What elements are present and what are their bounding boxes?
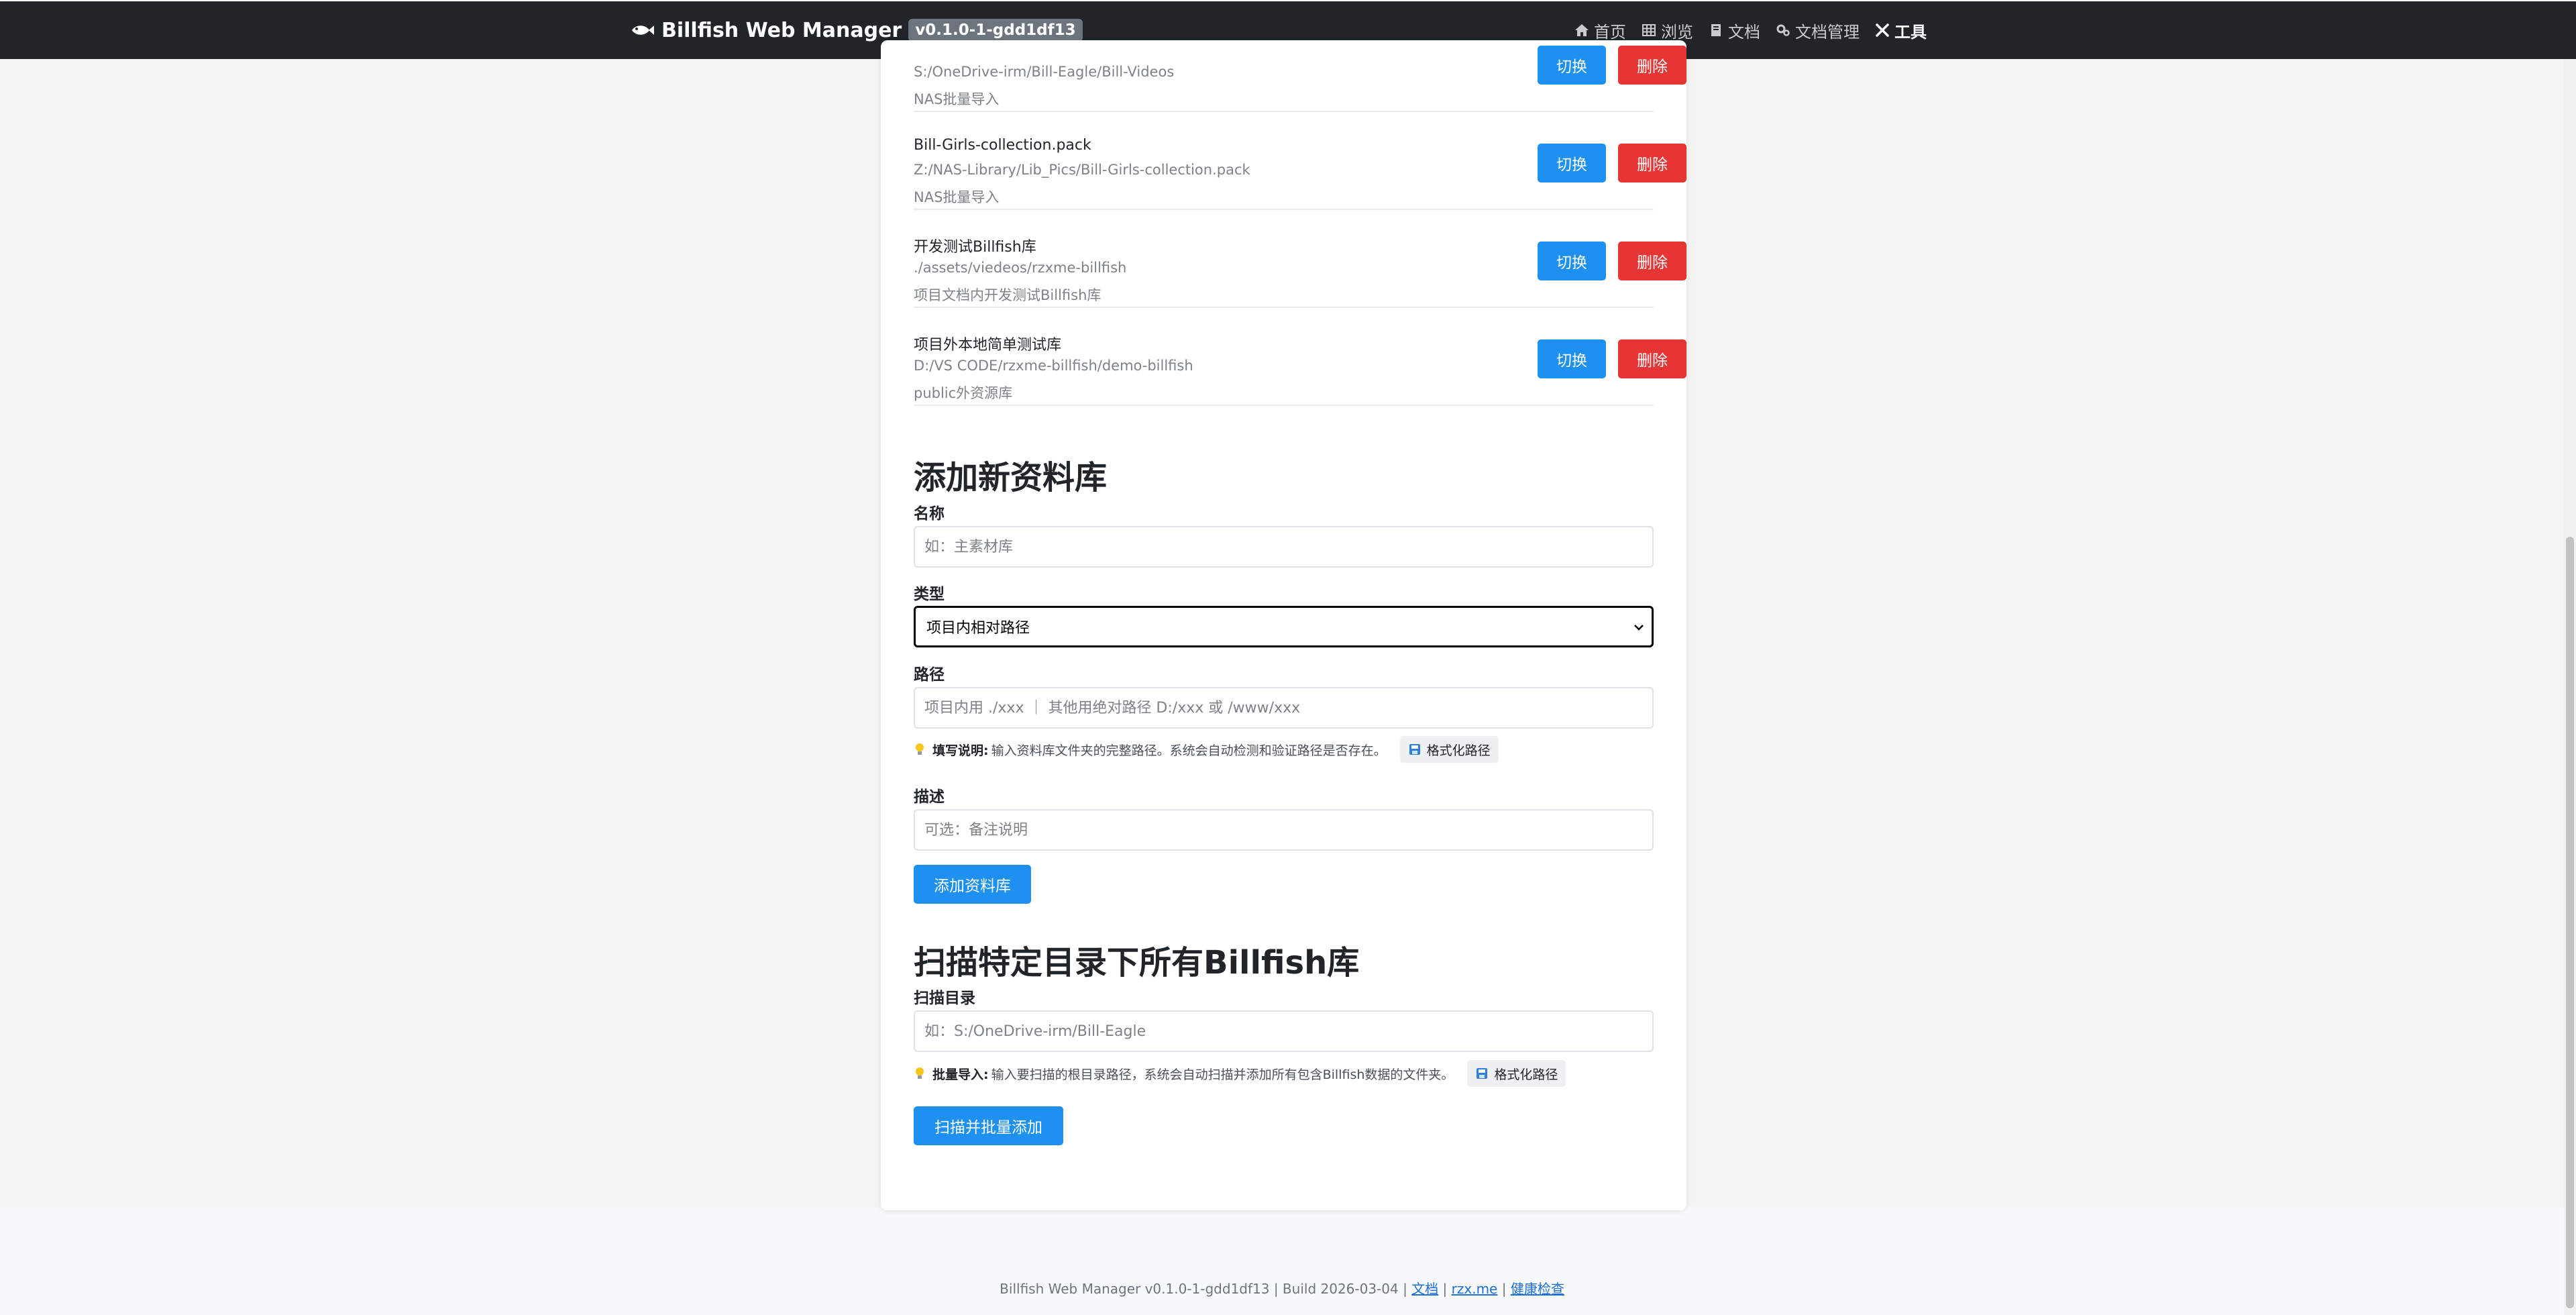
lightbulb-icon — [916, 743, 924, 755]
delete-button[interactable]: 删除 — [1618, 339, 1686, 378]
library-name: 开发测试Billfish库 — [914, 239, 1036, 256]
scrollbar-thumb[interactable] — [2566, 537, 2574, 1308]
switch-button[interactable]: 切换 — [1538, 242, 1606, 280]
format-path-button[interactable]: 格式化路径 — [1399, 736, 1499, 763]
path-input[interactable] — [914, 687, 1654, 729]
list-item: 开发测试Billfish库 ./assets/viedeos/rzxme-bil… — [914, 209, 1686, 308]
nav-item-label: 文档 — [1728, 22, 1760, 42]
library-path: ./assets/viedeos/rzxme-billfish — [914, 260, 1127, 276]
scan-hint: 批量导入: 输入要扫描的根目录路径，系统会自动扫描并添加所有包含Billfish… — [914, 1059, 1566, 1088]
library-card: S:/OneDrive-irm/Bill-Eagle/Bill-Videos N… — [881, 40, 1686, 1210]
path-hint: 填写说明: 输入资料库文件夹的完整路径。系统会自动检测和验证路径是否存在。 格式… — [914, 735, 1499, 764]
nav-item-label: 工具 — [1894, 22, 1927, 42]
nav-item-label: 浏览 — [1661, 22, 1693, 42]
hint-title: 批量导入: — [932, 1067, 989, 1082]
nav-item-label: 文档管理 — [1795, 22, 1860, 42]
brand-name: Billfish Web Manager — [661, 18, 902, 42]
chevron-down-icon — [1634, 625, 1644, 631]
scan-add-button[interactable]: 扫描并批量添加 — [914, 1106, 1063, 1145]
scan-title: 扫描特定目录下所有Billfish库 — [914, 944, 1360, 982]
footer-link-health[interactable]: 健康检查 — [1511, 1281, 1564, 1297]
nav-item-doc-manage[interactable]: 文档管理 — [1775, 19, 1860, 42]
switch-button[interactable]: 切换 — [1538, 144, 1606, 182]
footer-band — [0, 1208, 2564, 1315]
switch-button[interactable]: 切换 — [1538, 339, 1606, 378]
library-desc: NAS批量导入 — [914, 91, 1000, 107]
type-select[interactable]: 项目内相对路径 — [914, 606, 1654, 647]
save-icon — [1477, 1068, 1488, 1079]
add-library-title: 添加新资料库 — [914, 459, 1108, 496]
library-name: 项目外本地简单测试库 — [914, 337, 1062, 354]
format-path-label: 格式化路径 — [1494, 1067, 1558, 1082]
list-item: 项目外本地简单测试库 D:/VS CODE/rzxme-billfish/dem… — [914, 307, 1686, 406]
scan-dir-input[interactable] — [914, 1010, 1654, 1052]
list-item: Bill-Girls-collection.pack Z:/NAS-Librar… — [914, 111, 1686, 210]
delete-button[interactable]: 删除 — [1618, 144, 1686, 182]
hint-text: 输入要扫描的根目录路径，系统会自动扫描并添加所有包含Billfish数据的文件夹… — [991, 1067, 1454, 1082]
hint-text: 输入资料库文件夹的完整路径。系统会自动检测和验证路径是否存在。 — [991, 743, 1387, 758]
type-select-value: 项目内相对路径 — [926, 620, 1030, 637]
delete-button[interactable]: 删除 — [1618, 46, 1686, 85]
library-name: Bill-Girls-collection.pack — [914, 137, 1091, 154]
footer-text: Billfish Web Manager v0.1.0-1-gdd1df13 |… — [1000, 1281, 1407, 1297]
footer-separator: | — [1442, 1281, 1448, 1297]
gears-icon — [1776, 24, 1790, 36]
scan-dir-label: 扫描目录 — [914, 990, 975, 1007]
nav-item-tools[interactable]: 工具 — [1874, 19, 1927, 42]
save-icon — [1409, 744, 1420, 755]
delete-button[interactable]: 删除 — [1618, 242, 1686, 280]
book-icon — [1711, 24, 1721, 36]
desc-label: 描述 — [914, 788, 945, 806]
library-path: Z:/NAS-Library/Lib_Pics/Bill-Girls-colle… — [914, 162, 1250, 178]
desc-input[interactable] — [914, 809, 1654, 851]
library-path: S:/OneDrive-irm/Bill-Eagle/Bill-Videos — [914, 64, 1175, 80]
name-label: 名称 — [914, 505, 945, 523]
nav-item-docs[interactable]: 文档 — [1708, 19, 1760, 42]
format-path-button[interactable]: 格式化路径 — [1467, 1060, 1566, 1087]
tools-icon — [1876, 23, 1889, 37]
path-label: 路径 — [914, 666, 945, 684]
lightbulb-icon — [916, 1067, 924, 1079]
switch-button[interactable]: 切换 — [1538, 46, 1606, 85]
library-desc: public外资源库 — [914, 385, 1013, 401]
footer-link-site[interactable]: rzx.me — [1452, 1281, 1498, 1297]
name-input[interactable] — [914, 526, 1654, 568]
list-item: S:/OneDrive-irm/Bill-Eagle/Bill-Videos N… — [914, 13, 1686, 112]
type-label: 类型 — [914, 586, 945, 603]
hint-title: 填写说明: — [932, 743, 989, 758]
library-path: D:/VS CODE/rzxme-billfish/demo-billfish — [914, 358, 1193, 374]
footer: Billfish Web Manager v0.1.0-1-gdd1df13 |… — [0, 1278, 2564, 1298]
fish-icon — [632, 25, 654, 35]
library-desc: NAS批量导入 — [914, 189, 1000, 205]
library-desc: 项目文档内开发测试Billfish库 — [914, 287, 1102, 303]
footer-separator: | — [1501, 1281, 1507, 1297]
add-library-button[interactable]: 添加资料库 — [914, 865, 1031, 904]
footer-link-docs[interactable]: 文档 — [1411, 1281, 1438, 1297]
format-path-label: 格式化路径 — [1426, 743, 1491, 758]
